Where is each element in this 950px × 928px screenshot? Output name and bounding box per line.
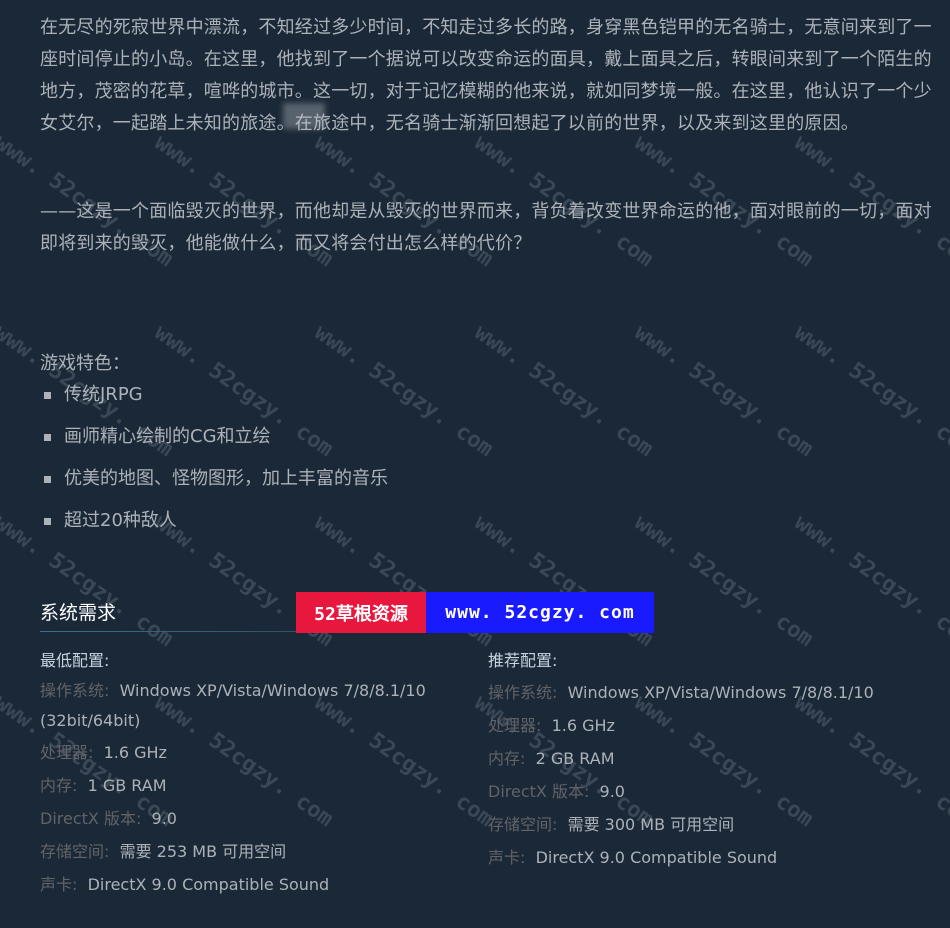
description-paragraph-2: ——这是一个面临毁灭的世界，而他却是从毁灭的世界而来，背负着改变世界命运的他，面… [40, 201, 932, 254]
req-storage: 存储空间: 需要 253 MB 可用空间 [40, 835, 470, 868]
watermark-text: www. 52cgzy. com [789, 320, 950, 463]
description-paragraph-1: 在无尽的死寂世界中漂流，不知经过多少时间，不知走过多长的路，身穿黑色铠甲的无名骑… [40, 17, 932, 134]
system-requirements-title: 系统需求 [40, 602, 117, 624]
req-value: DirectX 9.0 Compatible Sound [87, 875, 330, 894]
req-label: 操作系统: [40, 681, 110, 700]
watermark-text: www. 52cgzy. com [789, 510, 950, 653]
req-value: DirectX 9.0 Compatible Sound [535, 848, 778, 867]
minimum-heading: 最低配置: [40, 651, 110, 670]
feature-text: 优美的地图、怪物图形，加上丰富的音乐 [64, 468, 388, 489]
req-os: 操作系统: Windows XP/Vista/Windows 7/8/8.1/1… [40, 676, 470, 736]
feature-text: 传统JRPG [64, 384, 143, 405]
req-directx: DirectX 版本: 9.0 [488, 775, 918, 808]
bullet-icon [44, 518, 51, 525]
req-sound: 声卡: DirectX 9.0 Compatible Sound [488, 841, 918, 874]
req-label: 声卡: [40, 875, 78, 894]
feature-text: 超过20种敌人 [64, 510, 177, 531]
bullet-icon [44, 434, 51, 441]
recommended-requirements: 推荐配置: 操作系统: Windows XP/Vista/Windows 7/8… [488, 648, 918, 874]
features-title: 游戏特色： [40, 353, 130, 374]
req-value: Windows XP/Vista/Windows 7/8/8.1/10 [567, 683, 874, 702]
watermark-banner-cn: 52草根资源 [296, 592, 426, 633]
req-value: 9.0 [599, 782, 625, 801]
features-list: 传统JRPG 画师精心绘制的CG和立绘 优美的地图、怪物图形，加上丰富的音乐 超… [40, 379, 388, 547]
req-sound: 声卡: DirectX 9.0 Compatible Sound [40, 868, 470, 901]
feature-item: 画师精心绘制的CG和立绘 [40, 421, 388, 463]
redaction-blur [283, 103, 325, 129]
req-cpu: 处理器: 1.6 GHz [40, 736, 470, 769]
req-value: 1.6 GHz [103, 743, 167, 762]
minimum-requirements: 最低配置: 操作系统: Windows XP/Vista/Windows 7/8… [40, 648, 470, 901]
req-label: 内存: [40, 776, 78, 795]
req-label: 存储空间: [488, 815, 558, 834]
req-label: 存储空间: [40, 842, 110, 861]
req-label: 声卡: [488, 848, 526, 867]
bullet-icon [44, 476, 51, 483]
req-label: DirectX 版本: [488, 782, 590, 801]
req-cpu: 处理器: 1.6 GHz [488, 709, 918, 742]
watermark-text: www. 52cgzy. com [469, 320, 658, 463]
feature-text: 画师精心绘制的CG和立绘 [64, 426, 271, 447]
req-directx: DirectX 版本: 9.0 [40, 802, 470, 835]
req-label: 内存: [488, 749, 526, 768]
watermark-text: www. 52cgzy. com [629, 320, 818, 463]
bullet-icon [44, 392, 51, 399]
req-ram: 内存: 1 GB RAM [40, 769, 470, 802]
req-value: 1 GB RAM [87, 776, 167, 795]
req-value: 需要 253 MB 可用空间 [119, 842, 287, 861]
watermark-text: www. 52cgzy. com [629, 510, 818, 653]
watermark-banner-url: www. 52cgzy. com [426, 592, 654, 633]
req-storage: 存储空间: 需要 300 MB 可用空间 [488, 808, 918, 841]
req-os: 操作系统: Windows XP/Vista/Windows 7/8/8.1/1… [488, 676, 918, 709]
recommended-heading: 推荐配置: [488, 651, 558, 670]
req-label: DirectX 版本: [40, 809, 142, 828]
feature-item: 超过20种敌人 [40, 505, 388, 547]
req-value: 需要 300 MB 可用空间 [567, 815, 735, 834]
req-value: 9.0 [151, 809, 177, 828]
feature-item: 优美的地图、怪物图形，加上丰富的音乐 [40, 463, 388, 505]
req-label: 处理器: [40, 743, 94, 762]
req-label: 操作系统: [488, 683, 558, 702]
feature-item: 传统JRPG [40, 379, 388, 421]
req-ram: 内存: 2 GB RAM [488, 742, 918, 775]
req-label: 处理器: [488, 716, 542, 735]
req-value: 1.6 GHz [551, 716, 615, 735]
req-value: 2 GB RAM [535, 749, 615, 768]
